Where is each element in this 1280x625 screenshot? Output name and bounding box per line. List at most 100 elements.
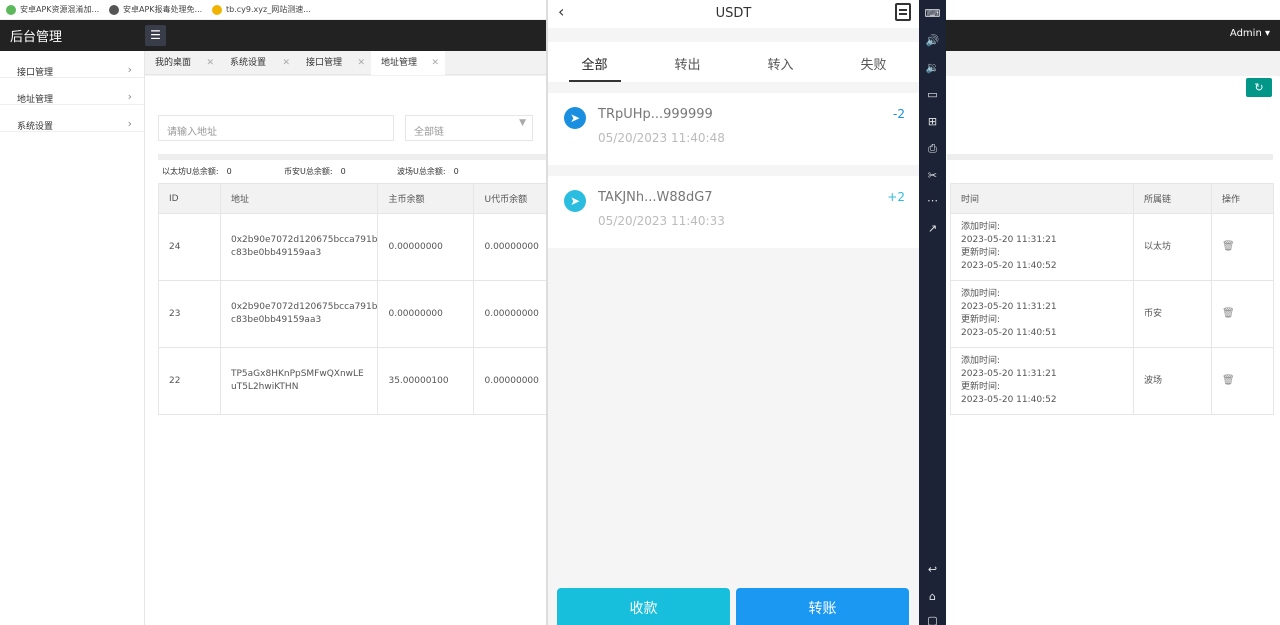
time-label: 添加时间: bbox=[961, 222, 1001, 232]
tab-underline bbox=[569, 80, 621, 82]
bookmark-1[interactable]: 安卓APK资源混淆加... bbox=[6, 4, 99, 15]
sidebar: 接口管理 › 地址管理 › 系统设置 › bbox=[0, 51, 145, 625]
scissors-icon[interactable]: ✂ bbox=[919, 169, 946, 182]
time-value: 2023-05-20 11:40:52 bbox=[961, 261, 1057, 271]
tab-address[interactable]: 地址管理 ✕ bbox=[371, 51, 445, 75]
table-header-row: ID 地址 主币余额 U代币余额 bbox=[158, 183, 549, 214]
row-u-balance: 0.00000000 bbox=[473, 280, 549, 348]
col-time[interactable]: 时间 bbox=[950, 183, 1134, 214]
bookmark-2[interactable]: 安卓APK报毒处理免... bbox=[109, 4, 202, 15]
row-main-balance: 0.00000000 bbox=[377, 213, 475, 281]
tab-system-settings[interactable]: 系统设置 ✕ bbox=[220, 51, 296, 75]
address-text: TP5aGx8HKnPpSMFwQXnwLE bbox=[231, 369, 364, 379]
chevron-right-icon: › bbox=[127, 117, 132, 130]
table-header-row: 时间 所属链 操作 bbox=[950, 183, 1274, 214]
more-icon[interactable]: ⋯ bbox=[919, 194, 946, 207]
tab-all[interactable]: 全部 bbox=[548, 54, 641, 73]
col-u-balance[interactable]: U代币余额 bbox=[473, 183, 549, 214]
row-time: 添加时间: 2023-05-20 11:31:21 更新时间: 2023-05-20 … bbox=[950, 280, 1134, 348]
refresh-icon: ↻ bbox=[1254, 81, 1264, 94]
transfer-button[interactable]: 转账 bbox=[736, 588, 909, 625]
tab-interface[interactable]: 接口管理 ✕ bbox=[296, 51, 371, 75]
time-label: 更新时间: bbox=[961, 382, 1001, 392]
recents-icon[interactable]: ▢ bbox=[919, 614, 946, 625]
phone-wallet-panel: ‹ USDT 全部 转出 转入 失败 ➤ TRpUHp...999999 05/… bbox=[546, 0, 919, 625]
receive-button[interactable]: 收款 bbox=[557, 588, 730, 625]
row-address: TP5aGx8HKnPpSMFwQXnwLE uT5L2hwiKTHN bbox=[219, 347, 379, 415]
globe-icon bbox=[109, 4, 119, 15]
col-main-balance[interactable]: 主币余额 bbox=[377, 183, 475, 214]
bookmark-3[interactable]: tb.cy9.xyz_网站测速... bbox=[212, 4, 311, 15]
address-text: 0x2b90e7072d120675bcca791b bbox=[231, 235, 378, 245]
tx-amount: +2 bbox=[887, 190, 905, 204]
volume-up-icon[interactable]: 🔊 bbox=[919, 34, 946, 47]
col-address[interactable]: 地址 bbox=[219, 183, 379, 214]
close-icon[interactable]: ✕ bbox=[206, 51, 214, 75]
row-chain: 波场 bbox=[1133, 347, 1212, 415]
time-label: 添加时间: bbox=[961, 289, 1001, 299]
back-nav-icon[interactable]: ↩ bbox=[919, 563, 946, 576]
sidebar-item-address[interactable]: 地址管理 › bbox=[0, 78, 144, 105]
tx-amount: -2 bbox=[893, 107, 905, 121]
row-time: 添加时间: 2023-05-20 11:31:21 更新时间: 2023-05-20 … bbox=[950, 347, 1134, 415]
row-main-balance: 35.00000100 bbox=[377, 347, 475, 415]
leaf-icon bbox=[6, 4, 16, 15]
tab-out[interactable]: 转出 bbox=[641, 54, 734, 73]
time-value: 2023-05-20 11:31:21 bbox=[961, 302, 1057, 312]
trash-icon[interactable]: 🗑 bbox=[1222, 375, 1235, 386]
sidebar-item-interface[interactable]: 接口管理 › bbox=[0, 51, 144, 78]
total-value: 0 bbox=[453, 167, 459, 176]
total-value: 0 bbox=[340, 167, 346, 176]
refresh-button[interactable]: ↻ bbox=[1246, 78, 1272, 97]
chevron-right-icon: › bbox=[127, 63, 132, 76]
col-chain[interactable]: 所属链 bbox=[1133, 183, 1212, 214]
time-value: 2023-05-20 11:31:21 bbox=[961, 235, 1057, 245]
phone-header: ‹ USDT bbox=[548, 0, 919, 28]
time-value: 2023-05-20 11:31:21 bbox=[961, 369, 1057, 379]
address-text: uT5L2hwiKTHN bbox=[231, 382, 299, 392]
col-action: 操作 bbox=[1211, 183, 1274, 214]
time-label: 更新时间: bbox=[961, 315, 1001, 325]
sidebar-item-settings[interactable]: 系统设置 › bbox=[0, 105, 144, 132]
row-u-balance: 0.00000000 bbox=[473, 213, 549, 281]
tab-in[interactable]: 转入 bbox=[734, 54, 827, 73]
row-chain: 币安 bbox=[1133, 280, 1212, 348]
add-file-icon[interactable]: ⊞ bbox=[919, 115, 946, 128]
volume-down-icon[interactable]: 🔉 bbox=[919, 61, 946, 74]
transaction-item[interactable]: ➤ TAKJNh...W88dG7 05/20/2023 11:40:33 +2 bbox=[548, 176, 919, 248]
trash-icon[interactable]: 🗑 bbox=[1222, 241, 1235, 252]
tab-label: 系统设置 bbox=[230, 58, 267, 68]
tab-label: 我的桌面 bbox=[155, 58, 192, 68]
chain-select-value: 全部链 bbox=[414, 127, 444, 138]
divider bbox=[947, 154, 1273, 160]
external-link-icon[interactable]: ↗ bbox=[919, 222, 946, 235]
row-action: 🗑 bbox=[1211, 280, 1274, 348]
printer-icon[interactable]: ⎙ bbox=[919, 142, 946, 156]
menu-toggle-button[interactable]: ☰ bbox=[145, 25, 166, 46]
screen-icon[interactable]: ▭ bbox=[919, 88, 946, 101]
close-icon[interactable]: ✕ bbox=[282, 51, 290, 75]
total-bsc: 币安U总余额: 0 bbox=[284, 166, 346, 177]
app-logo: 后台管理 bbox=[10, 30, 63, 45]
table-row: 添加时间: 2023-05-20 11:31:21 更新时间: 2023-05-20 … bbox=[950, 280, 1274, 348]
keyboard-icon[interactable]: ⌨ bbox=[919, 7, 946, 20]
total-value: 0 bbox=[226, 167, 232, 176]
col-id[interactable]: ID bbox=[158, 183, 221, 214]
transaction-item[interactable]: ➤ TRpUHp...999999 05/20/2023 11:40:48 -2 bbox=[548, 93, 919, 165]
admin-menu[interactable]: Admin ▾ bbox=[1230, 28, 1270, 39]
tab-failed[interactable]: 失败 bbox=[827, 54, 920, 73]
tron-icon: ➤ bbox=[564, 190, 586, 212]
row-u-balance: 0.00000000 bbox=[473, 347, 549, 415]
home-icon[interactable]: ⌂ bbox=[919, 590, 946, 603]
close-icon[interactable]: ✕ bbox=[431, 51, 439, 75]
divider bbox=[158, 154, 546, 160]
document-icon[interactable] bbox=[895, 3, 911, 21]
caret-down-icon: ▼ bbox=[519, 118, 526, 128]
time-label: 更新时间: bbox=[961, 248, 1001, 258]
close-icon[interactable]: ✕ bbox=[357, 51, 365, 75]
chevron-right-icon: › bbox=[127, 90, 132, 103]
address-search-input[interactable]: 请输入地址 bbox=[158, 115, 394, 141]
chain-select[interactable]: 全部链 ▼ bbox=[405, 115, 533, 141]
trash-icon[interactable]: 🗑 bbox=[1222, 308, 1235, 319]
tab-desktop[interactable]: 我的桌面 ✕ bbox=[145, 51, 220, 75]
